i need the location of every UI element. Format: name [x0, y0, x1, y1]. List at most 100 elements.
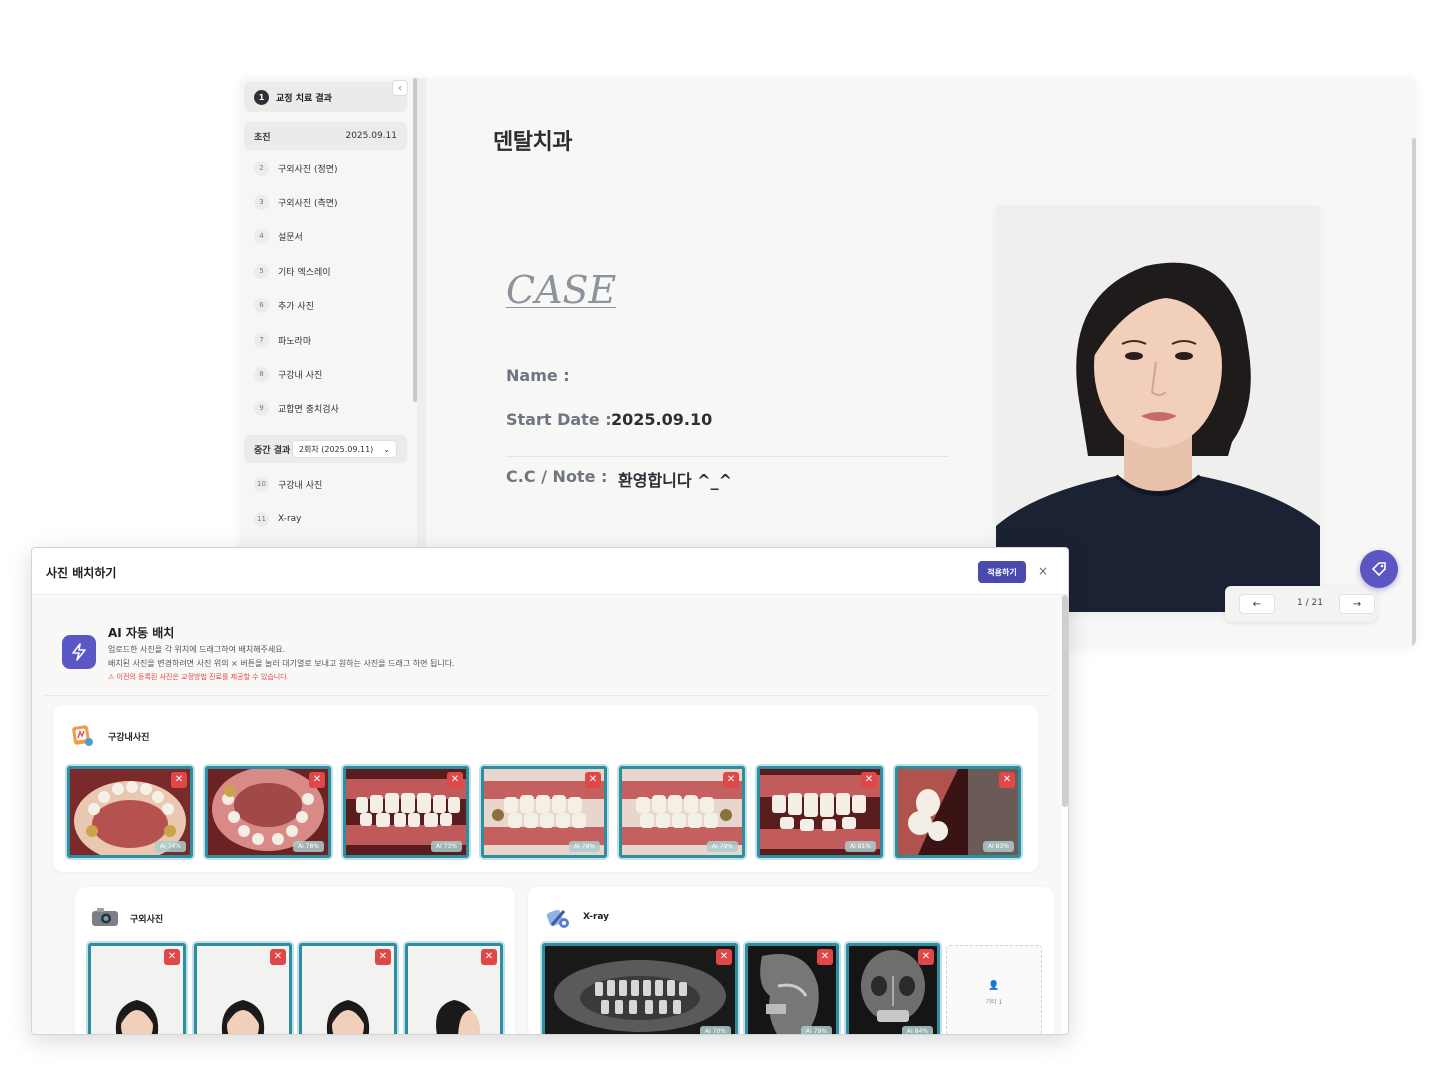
remove-photo-button[interactable]: ✕ — [375, 949, 391, 965]
remove-photo-button[interactable]: ✕ — [723, 772, 739, 788]
next-page-button[interactable]: → — [1339, 594, 1375, 614]
page-indicator: 1 / 21 — [1297, 598, 1323, 608]
xray-photo[interactable]: ✕ AI 79% — [745, 943, 839, 1034]
note-value: 환영합니다 ^_^ — [618, 471, 732, 490]
xray-card: X-ray ✕ AI 70% ✕ AI 79% ✕ AI 84% 👤 기타 1 — [528, 887, 1054, 1034]
item-label: 구외사진 (정면) — [278, 164, 338, 175]
remove-photo-button[interactable]: ✕ — [481, 949, 497, 965]
sidebar-item[interactable]: 5 기타 엑스레이 — [254, 263, 331, 279]
sidebar-item[interactable]: 3 구외사진 (측면) — [254, 194, 338, 210]
xray-icon — [546, 907, 570, 933]
item-label: 구강내 사진 — [278, 370, 323, 381]
item-number: 4 — [254, 228, 269, 244]
remove-photo-button[interactable]: ✕ — [918, 949, 934, 965]
ai-confidence-badge: AI 74% — [154, 841, 186, 852]
lightning-icon — [62, 635, 96, 669]
modal-body: AI 자동 배치 업로드한 사진을 각 위치에 드래그하여 배치해주세요. 배치… — [32, 595, 1062, 1034]
empty-slot-label: 기타 1 — [985, 998, 1003, 1006]
sidebar-item[interactable]: 11 X-ray — [254, 511, 302, 527]
xray-photo[interactable]: ✕ AI 84% — [846, 943, 940, 1034]
sidebar-item[interactable]: 6 추가 사진 — [254, 297, 314, 313]
chevron-down-icon: ⌄ — [383, 444, 390, 454]
item-label: 구외사진 (측면) — [278, 198, 338, 209]
sidebar-item[interactable]: 9 교합면 충치검사 — [254, 400, 339, 416]
item-label: 교합면 충치검사 — [278, 404, 339, 415]
sidebar-item[interactable]: 2 구외사진 (정면) — [254, 160, 338, 176]
case-title: CASE — [506, 268, 617, 312]
edit-button[interactable] — [1360, 550, 1398, 588]
item-number: 10 — [254, 476, 269, 492]
extraoral-photo[interactable]: ✕ — [88, 943, 186, 1034]
ai-title: AI 자동 배치 — [108, 626, 175, 640]
item-number: 3 — [254, 194, 269, 210]
apply-button[interactable]: 적용하기 — [978, 561, 1026, 583]
remove-photo-button[interactable]: ✕ — [447, 772, 463, 788]
item-number: 9 — [254, 400, 269, 416]
intraoral-photo[interactable]: ✕ AI 73% — [343, 766, 469, 858]
ai-warning: ⚠ 이전의 등록된 사진은 교정방법 진료를 제공할 수 있습니다. — [108, 673, 289, 681]
extraoral-photo[interactable]: ✕ — [405, 943, 503, 1034]
item-label: 구강내 사진 — [278, 480, 323, 491]
intraoral-photo[interactable]: ✕ AI 81% — [757, 766, 883, 858]
ai-confidence-badge: AI 83% — [982, 841, 1014, 852]
sidebar-header[interactable]: 1 교정 치료 결과 — [244, 82, 407, 112]
intraoral-photo[interactable]: ✕ AI 78% — [481, 766, 607, 858]
prev-page-button[interactable]: ← — [1239, 594, 1275, 614]
collapse-sidebar-button[interactable]: ‹ — [392, 80, 408, 96]
tag-edit-icon — [1371, 562, 1386, 577]
remove-photo-button[interactable]: ✕ — [999, 772, 1015, 788]
remove-photo-button[interactable]: ✕ — [270, 949, 286, 965]
round-select-value: 2회차 (2025.09.11) — [298, 444, 374, 454]
sidebar-item[interactable]: 7 파노라마 — [254, 332, 311, 348]
round-select[interactable]: 2회차 (2025.09.11) ⌄ — [291, 440, 397, 458]
sidebar-scrollbar[interactable] — [413, 78, 417, 402]
remove-photo-button[interactable]: ✕ — [171, 772, 187, 788]
note-label: C.C / Note : — [506, 467, 608, 486]
modal-scrollbar[interactable] — [1062, 595, 1068, 807]
extraoral-title: 구외사진 — [130, 915, 164, 925]
remove-photo-button[interactable]: ✕ — [861, 772, 877, 788]
item-number: 8 — [254, 366, 269, 382]
remove-photo-button[interactable]: ✕ — [164, 949, 180, 965]
intraoral-photo[interactable]: ✕ AI 79% — [619, 766, 745, 858]
remove-photo-button[interactable]: ✕ — [817, 949, 833, 965]
ai-confidence-badge: AI 81% — [844, 841, 876, 852]
section-label: 초진 — [254, 132, 271, 143]
intraoral-photo[interactable]: ✕ AI 78% — [205, 766, 331, 858]
ai-description: 배치된 사진을 변경하려면 사진 위의 × 버튼을 눌러 대기열로 보내고 원하… — [108, 659, 455, 668]
ai-confidence-badge: AI 78% — [292, 841, 324, 852]
item-label: 설문서 — [278, 232, 303, 243]
sidebar-item[interactable]: 8 구강내 사진 — [254, 366, 322, 382]
xray-photo[interactable]: ✕ AI 70% — [542, 943, 738, 1034]
ai-confidence-badge: AI 79% — [706, 841, 738, 852]
page-navigator: ← 1 / 21 → — [1225, 586, 1377, 622]
intraoral-title: 구강내사진 — [108, 733, 150, 743]
sidebar-item[interactable]: 4 설문서 — [254, 228, 303, 244]
item-number: 2 — [254, 160, 269, 176]
sidebar-item[interactable]: 10 구강내 사진 — [254, 476, 322, 492]
empty-photo-slot[interactable]: 👤 기타 1 — [946, 945, 1042, 1034]
step-number: 1 — [254, 89, 269, 105]
xray-title: X-ray — [583, 912, 610, 922]
remove-photo-button[interactable]: ✕ — [716, 949, 732, 965]
extraoral-photo[interactable]: ✕ — [299, 943, 397, 1034]
item-label: 파노라마 — [278, 336, 312, 347]
camera-icon — [91, 907, 119, 931]
remove-photo-button[interactable]: ✕ — [309, 772, 325, 788]
item-number: 6 — [254, 297, 269, 313]
intraoral-photo[interactable]: ✕ AI 83% — [895, 766, 1021, 858]
section-divider — [44, 695, 1050, 696]
close-icon[interactable]: × — [1034, 562, 1052, 580]
ai-confidence-badge: AI 78% — [568, 841, 600, 852]
section-initial[interactable]: 초진 2025.09.11 — [244, 122, 407, 150]
remove-photo-button[interactable]: ✕ — [585, 772, 601, 788]
item-number: 7 — [254, 332, 269, 348]
main-scrollbar[interactable] — [1412, 138, 1416, 646]
user-placeholder-icon: 👤 — [988, 980, 1000, 991]
section-interim: 중간 결과 2회차 (2025.09.11) ⌄ — [244, 435, 407, 463]
clinic-name: 덴탈치과 — [493, 130, 572, 155]
extraoral-photo[interactable]: ✕ — [194, 943, 292, 1034]
intraoral-card: 구강내사진 ✕ AI 74% ✕ AI 78% ✕ AI 73% ✕ AI 78… — [53, 705, 1038, 872]
section-label: 중간 결과 — [254, 445, 291, 456]
intraoral-photo[interactable]: ✕ AI 74% — [67, 766, 193, 858]
